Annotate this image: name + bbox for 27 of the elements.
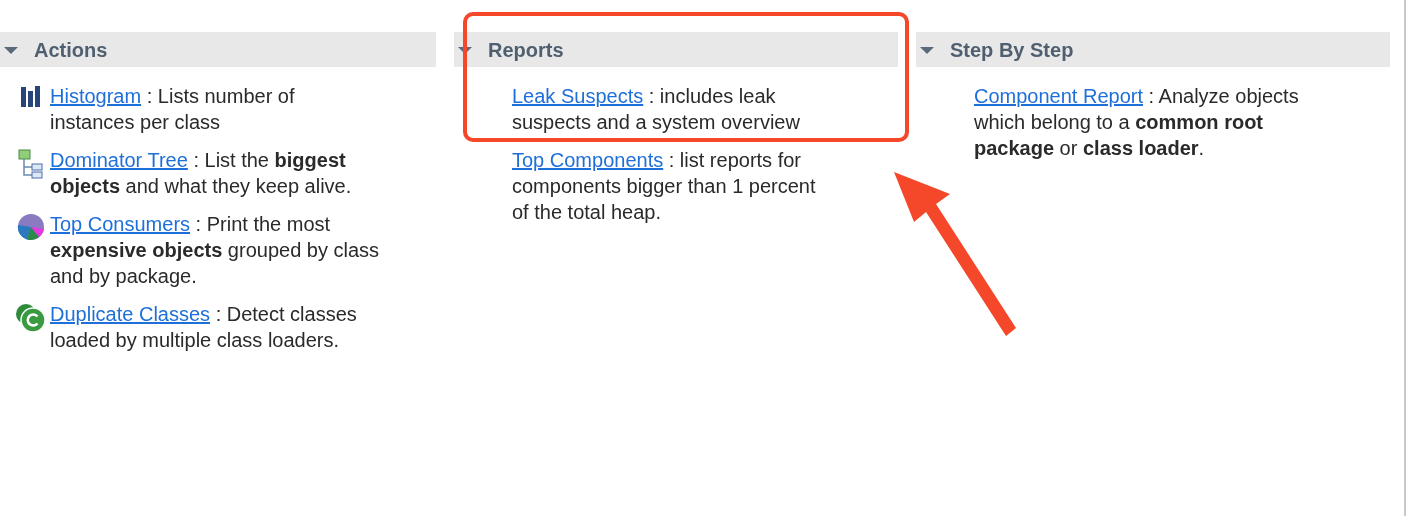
section-title: Actions — [34, 37, 108, 63]
link[interactable]: Duplicate Classes — [50, 303, 211, 325]
section-title: Reports — [488, 37, 564, 63]
tree-icon — [18, 149, 44, 179]
item-description: Histogram : Lists number of instances per class — [50, 84, 296, 135]
link[interactable]: Leak Suspects — [512, 85, 644, 107]
item-description: Duplicate Classes : Detect classes loaded by multiple class loaders. — [50, 302, 358, 353]
section-header[interactable]: Actions — [0, 32, 436, 67]
section-title: Step By Step — [950, 37, 1074, 63]
bar-chart-icon — [20, 85, 42, 107]
item-description: Top Components : list reports for components bigger than 1 percent of the total heap. — [512, 148, 817, 225]
item-description: Component Report : Analyze objects which belong to a common root package or class loader. — [974, 84, 1300, 161]
collapse-triangle-icon — [920, 44, 934, 55]
item-description: Leak Suspects : includes leak suspects and a system overview — [512, 84, 801, 135]
link[interactable]: Component Report — [974, 85, 1143, 107]
section-header[interactable]: Step By Step — [916, 32, 1390, 67]
item-description: Dominator Tree : List the biggest objects and what they keep alive. — [50, 148, 353, 199]
section-header[interactable]: Reports — [454, 32, 898, 67]
link[interactable]: Histogram — [50, 85, 142, 107]
class-icon — [15, 303, 47, 333]
link[interactable]: Top Components — [512, 149, 664, 171]
link[interactable]: Top Consumers — [50, 213, 191, 235]
link[interactable]: Dominator Tree — [50, 149, 188, 171]
collapse-triangle-icon — [4, 44, 18, 55]
item-description: Top Consumers : Print the most expensive objects grouped by class and by package. — [50, 212, 380, 289]
collapse-triangle-icon — [458, 44, 472, 55]
pie-chart-icon — [17, 213, 45, 241]
